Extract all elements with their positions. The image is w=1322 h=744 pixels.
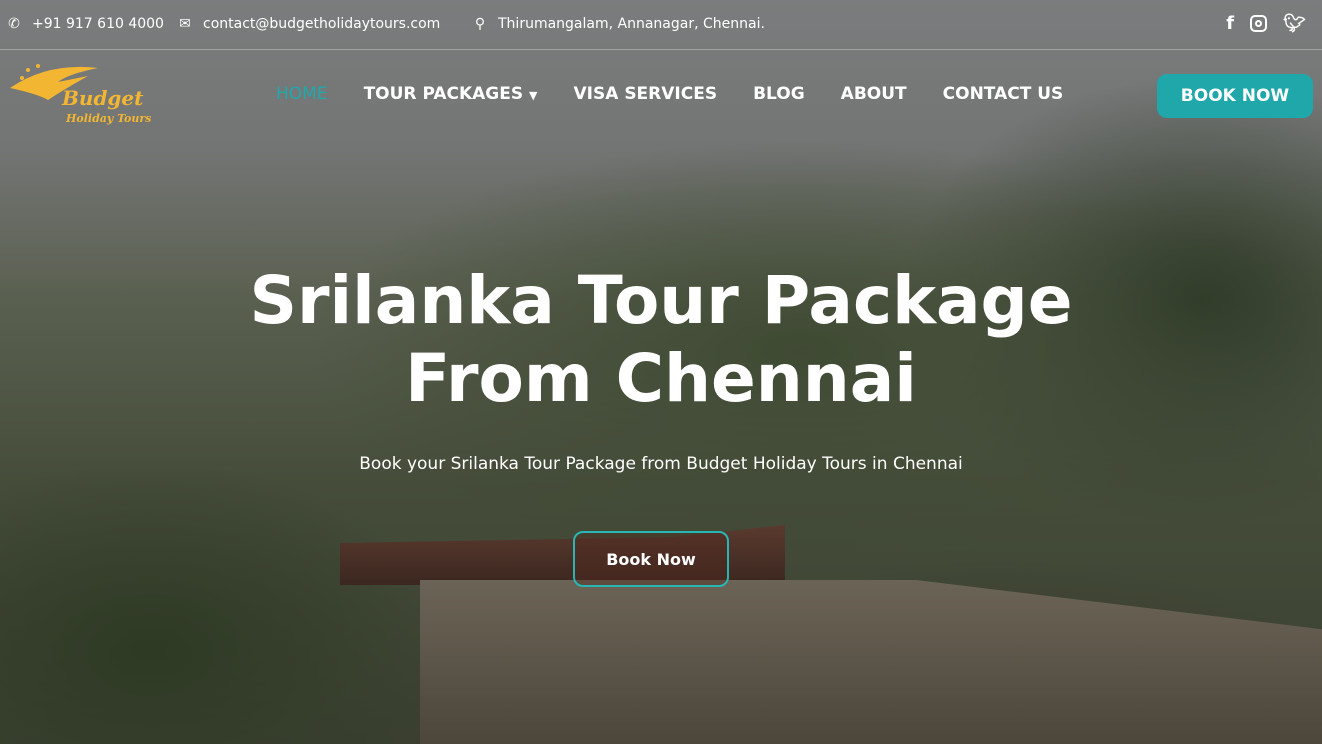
twitter-icon[interactable]: 🐦︎: [1283, 13, 1306, 34]
nav-tour-packages[interactable]: TOUR PACKAGES ▼: [364, 84, 538, 104]
caret-down-icon: ▼: [529, 89, 538, 102]
nav-blog[interactable]: BLOG: [753, 84, 805, 104]
nav-visa-services[interactable]: VISA SERVICES: [574, 84, 718, 104]
nav-home[interactable]: HOME: [276, 84, 328, 104]
facebook-icon[interactable]: f: [1226, 13, 1234, 34]
nav-about[interactable]: ABOUT: [841, 84, 907, 104]
email-text: contact@budgetholidaytours.com: [203, 16, 441, 32]
envelope-icon: ✉: [179, 16, 191, 32]
hero-book-now-button[interactable]: Book Now: [573, 531, 729, 587]
logo-text: Budget: [62, 86, 144, 110]
hero-subtitle: Book your Srilanka Tour Package from Bud…: [359, 454, 963, 474]
main-nav: HOME TOUR PACKAGES ▼ VISA SERVICES BLOG …: [276, 84, 1063, 104]
nav-contact-us[interactable]: CONTACT US: [943, 84, 1064, 104]
address-text: Thirumangalam, Annanagar, Chennai.: [498, 16, 765, 32]
top-bar: ✆ +91 917 610 4000 ✉ contact@budgetholiday…: [0, 0, 1322, 50]
location-pin-icon: ⚲: [474, 16, 486, 32]
phone-icon: ✆: [8, 16, 20, 32]
hero-title: Srilanka Tour Package From Chennai: [249, 262, 1073, 417]
phone-text: +91 917 610 4000: [32, 16, 164, 32]
instagram-icon[interactable]: [1250, 15, 1268, 32]
book-now-button[interactable]: BOOK NOW: [1157, 74, 1313, 118]
background-bridge: [420, 580, 1322, 744]
address-contact: ⚲ Thirumangalam, Annanagar, Chennai.: [472, 16, 765, 32]
nav-tour-packages-label: TOUR PACKAGES: [363, 84, 524, 104]
logo-subtext: Holiday Tours: [66, 112, 152, 125]
email-contact[interactable]: ✉ contact@budgetholidaytours.com: [177, 16, 440, 32]
phone-contact[interactable]: ✆ +91 917 610 4000: [6, 16, 164, 32]
logo[interactable]: Budget Holiday Tours: [8, 60, 153, 132]
